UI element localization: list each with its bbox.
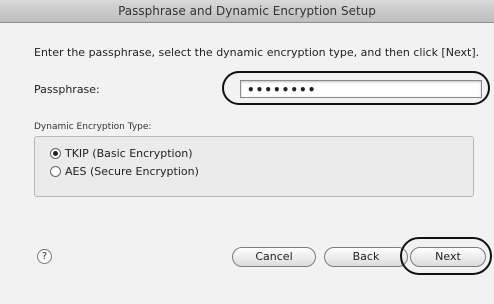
next-button[interactable]: Next (410, 247, 486, 267)
radio-unselected-icon[interactable] (50, 166, 61, 177)
radio-option-aes[interactable]: AES (Secure Encryption) (50, 165, 199, 178)
back-button[interactable]: Back (324, 247, 408, 267)
instruction-text: Enter the passphrase, select the dynamic… (34, 46, 480, 59)
cancel-button[interactable]: Cancel (232, 247, 316, 267)
radio-selected-icon[interactable] (50, 148, 61, 159)
passphrase-label: Passphrase: (34, 83, 100, 96)
help-button[interactable]: ? (37, 249, 52, 264)
window-title-bar: Passphrase and Dynamic Encryption Setup (0, 0, 494, 23)
passphrase-input[interactable]: •••••••• (240, 80, 482, 98)
radio-label-aes: AES (Secure Encryption) (65, 165, 199, 178)
radio-label-tkip: TKIP (Basic Encryption) (65, 147, 193, 160)
encryption-type-label: Dynamic Encryption Type: (34, 122, 152, 132)
window-title: Passphrase and Dynamic Encryption Setup (118, 4, 376, 18)
radio-option-tkip[interactable]: TKIP (Basic Encryption) (50, 147, 193, 160)
